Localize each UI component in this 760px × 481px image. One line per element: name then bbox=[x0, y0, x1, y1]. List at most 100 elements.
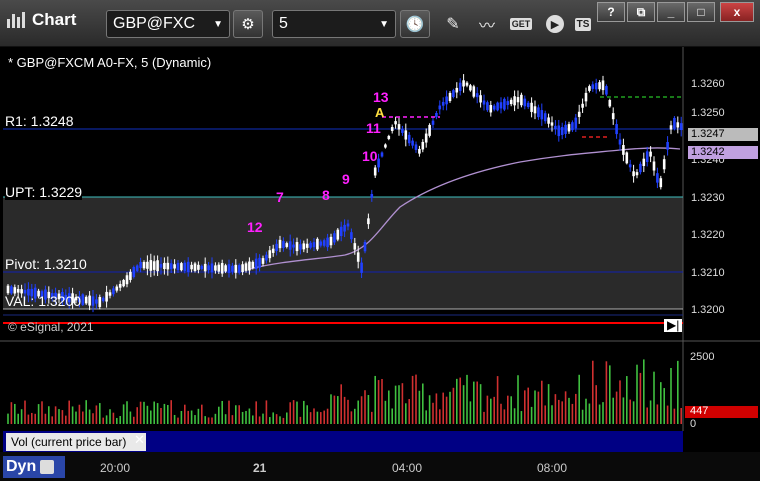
volume-bar bbox=[609, 365, 611, 424]
volume-bar bbox=[479, 384, 482, 424]
volume-bar bbox=[116, 417, 118, 424]
volume-bar bbox=[316, 411, 319, 424]
volume-bar bbox=[204, 416, 206, 424]
candle-body bbox=[339, 226, 343, 237]
candle-body bbox=[234, 264, 238, 273]
volume-bar bbox=[364, 390, 366, 424]
get-button[interactable]: GET bbox=[506, 12, 536, 36]
price-chart[interactable]: * GBP@FXCM A0-FX, 5 (Dynamic) R1: 1.3248… bbox=[0, 47, 760, 481]
volume-bar bbox=[337, 396, 339, 424]
candle-body bbox=[662, 159, 666, 170]
candle-body bbox=[241, 264, 244, 273]
pencil-icon: ✎ bbox=[446, 16, 460, 33]
close-icon: x bbox=[733, 5, 741, 19]
volume-bar bbox=[660, 382, 662, 424]
maximize-button[interactable]: □ bbox=[687, 2, 715, 22]
volume-bar bbox=[214, 413, 217, 424]
symbol-settings-button[interactable]: ⚙ bbox=[233, 10, 263, 38]
volume-bar bbox=[493, 396, 495, 424]
count-7: 7 bbox=[276, 189, 284, 205]
candle-body bbox=[676, 122, 680, 128]
volume-bar bbox=[255, 401, 257, 424]
scroll-to-end-icon[interactable]: ▶| bbox=[664, 319, 683, 332]
volume-bar bbox=[105, 415, 108, 424]
count-8: 8 bbox=[322, 187, 330, 203]
candle-body bbox=[101, 297, 105, 302]
candle-body bbox=[605, 86, 608, 95]
volume-bar bbox=[119, 416, 121, 424]
interval-select[interactable]: 5 ▼ bbox=[272, 10, 396, 38]
volume-bar bbox=[547, 384, 550, 424]
candle-body bbox=[210, 263, 214, 273]
candle-body bbox=[554, 125, 557, 129]
volume-bar bbox=[575, 393, 577, 424]
candle-body bbox=[350, 232, 353, 240]
volume-bar bbox=[544, 405, 546, 424]
volume-bar bbox=[184, 404, 186, 424]
volume-bar bbox=[561, 401, 563, 424]
volume-bar bbox=[653, 371, 655, 424]
candle-body bbox=[356, 252, 360, 262]
candle-body bbox=[523, 98, 527, 107]
volume-bar bbox=[146, 405, 149, 424]
restore-button[interactable]: ⧉ bbox=[627, 2, 655, 22]
candle-body bbox=[299, 244, 302, 250]
candle-body bbox=[618, 139, 622, 145]
volume-bar bbox=[551, 405, 553, 424]
draw-tool-button[interactable]: ✎ bbox=[440, 12, 466, 36]
studies-button[interactable]: 〰 bbox=[474, 12, 500, 36]
minimize-button[interactable]: _ bbox=[657, 2, 685, 22]
candle-body bbox=[268, 250, 272, 259]
volume-bar bbox=[163, 403, 166, 424]
close-button[interactable]: x bbox=[720, 2, 754, 22]
candle-body bbox=[533, 106, 537, 114]
candle-body bbox=[108, 292, 112, 296]
volume-bar bbox=[299, 416, 302, 424]
volume-bar bbox=[401, 383, 404, 424]
volume-bar bbox=[112, 412, 115, 424]
candle-body bbox=[302, 243, 306, 250]
volume-bar bbox=[445, 396, 448, 424]
symbol-select[interactable]: GBP@FXC ▼ bbox=[106, 10, 230, 38]
volume-bar bbox=[510, 396, 512, 424]
candle-body bbox=[98, 296, 102, 307]
volume-bar bbox=[173, 414, 176, 424]
volume-bar bbox=[415, 374, 417, 424]
volume-bar bbox=[37, 404, 40, 424]
volume-study-label[interactable]: Vol (current price bar) bbox=[6, 433, 146, 451]
candle-body bbox=[598, 82, 601, 90]
volume-bar bbox=[517, 375, 519, 424]
close-icon[interactable]: ✕ bbox=[134, 432, 145, 448]
volume-bar bbox=[513, 408, 516, 424]
help-button[interactable]: ? bbox=[597, 2, 625, 22]
volume-bar bbox=[367, 394, 370, 424]
time-tick: 21 bbox=[253, 461, 267, 475]
volume-bar bbox=[143, 401, 145, 424]
dyn-label: Dyn bbox=[6, 458, 37, 475]
price-tick: 1.3260 bbox=[691, 78, 725, 90]
volume-bar bbox=[17, 413, 19, 424]
gear-icon: ⚙ bbox=[241, 16, 255, 33]
candle-body bbox=[254, 258, 258, 270]
volume-bar bbox=[588, 403, 591, 424]
chart-icon bbox=[7, 12, 25, 28]
interval-clock-button[interactable]: 🕓 bbox=[400, 10, 430, 38]
volume-bar bbox=[571, 403, 574, 424]
forward-button[interactable]: ▶ bbox=[542, 12, 568, 36]
volume-bar bbox=[24, 400, 26, 424]
volume-bar bbox=[282, 417, 285, 424]
volume-bar bbox=[483, 411, 485, 424]
maximize-icon: □ bbox=[697, 5, 705, 19]
candle-body bbox=[411, 140, 414, 146]
volume-bar bbox=[350, 411, 353, 424]
candle-body bbox=[506, 101, 510, 106]
candle-body bbox=[567, 124, 571, 132]
candle-body bbox=[625, 152, 629, 164]
volume-bar bbox=[615, 391, 618, 424]
dynamic-button[interactable]: Dyn bbox=[3, 456, 65, 478]
volume-bar bbox=[160, 408, 162, 424]
candle-body bbox=[258, 257, 261, 268]
candle-body bbox=[475, 93, 479, 98]
time-sales-button[interactable]: TS bbox=[570, 12, 596, 36]
minimize-icon: _ bbox=[667, 5, 675, 19]
